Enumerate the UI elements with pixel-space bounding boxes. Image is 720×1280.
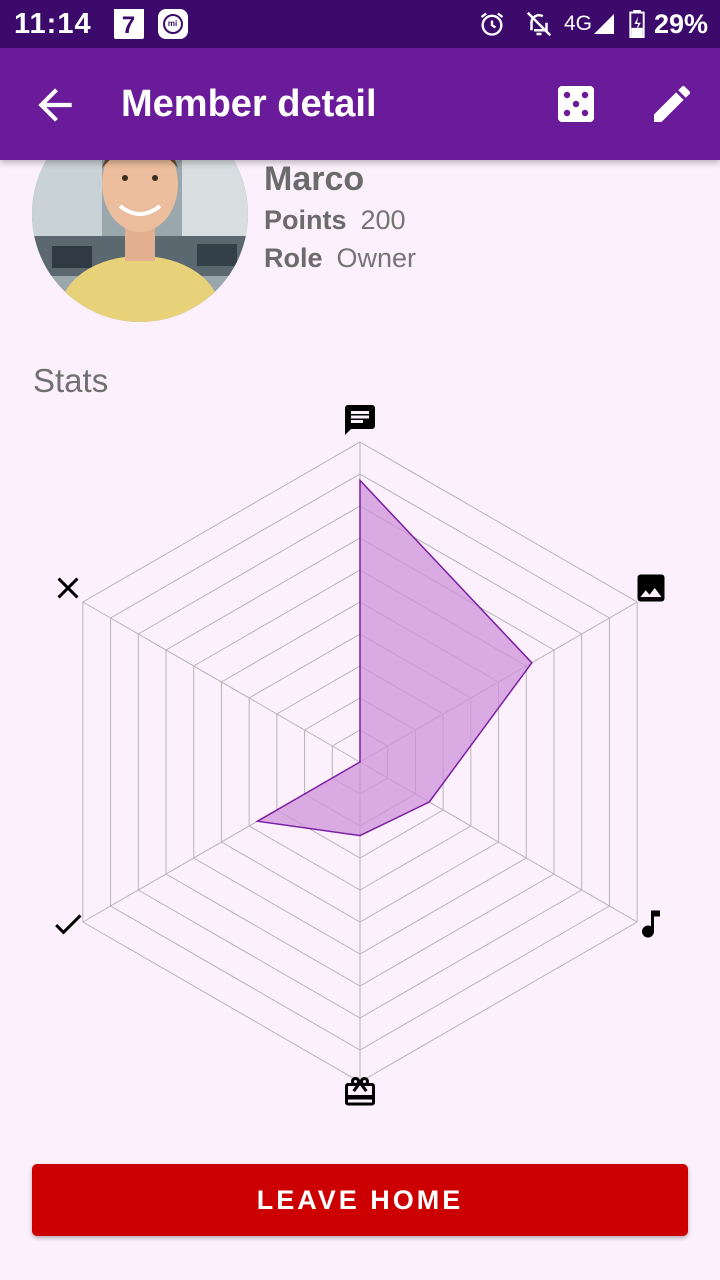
music-note-icon bbox=[642, 910, 660, 938]
network-type: 4G bbox=[563, 12, 592, 35]
calendar-notification-icon: 7 bbox=[113, 9, 144, 39]
member-name: Marco bbox=[264, 160, 365, 198]
gift-card-icon bbox=[345, 1076, 375, 1106]
image-icon bbox=[637, 574, 665, 602]
chat-icon bbox=[345, 405, 375, 435]
dice-icon bbox=[558, 86, 594, 122]
role-value: Owner bbox=[336, 243, 417, 273]
close-icon bbox=[57, 577, 79, 599]
role-row: Role Owner bbox=[264, 243, 416, 274]
battery-percent: 29% bbox=[653, 8, 708, 39]
arrow-back-icon bbox=[38, 88, 72, 122]
app-bar: Member detail bbox=[0, 48, 720, 160]
stats-radar-chart bbox=[55, 405, 665, 1106]
page-title: Member detail bbox=[121, 83, 377, 125]
check-icon bbox=[55, 914, 82, 935]
status-bar: 11:14 7 mi 4G 29% bbox=[0, 0, 720, 48]
alarm-icon bbox=[480, 12, 504, 36]
mi-notification-icon: mi bbox=[157, 9, 188, 39]
edit-button[interactable] bbox=[648, 80, 696, 128]
notifications-off-icon bbox=[526, 11, 552, 37]
battery-icon bbox=[629, 10, 645, 38]
status-time: 11:14 bbox=[14, 7, 92, 40]
leave-home-button[interactable]: LEAVE HOME bbox=[32, 1164, 688, 1236]
dice-button[interactable] bbox=[552, 80, 600, 128]
signal-icon bbox=[593, 14, 614, 34]
points-value: 200 bbox=[360, 205, 406, 235]
back-button[interactable] bbox=[30, 80, 80, 130]
points-row: Points 200 bbox=[264, 205, 406, 236]
radar-data-area bbox=[255, 478, 533, 837]
role-label: Role bbox=[264, 243, 323, 273]
edit-icon bbox=[654, 85, 691, 122]
points-label: Points bbox=[264, 205, 347, 235]
